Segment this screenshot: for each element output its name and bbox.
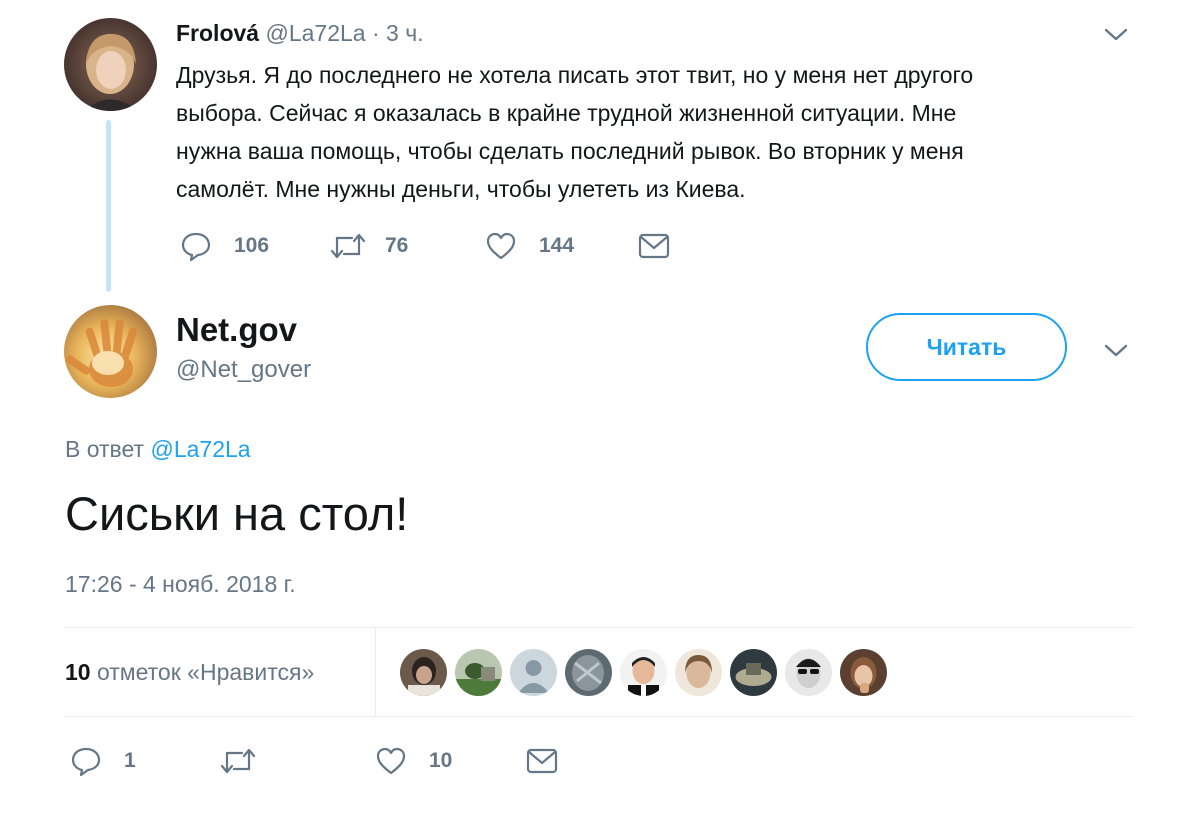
netgov-avatar[interactable] xyxy=(64,305,157,398)
liker-avatar[interactable] xyxy=(620,649,667,696)
reply-icon xyxy=(71,747,101,777)
text-line: выбора. Сейчас я оказалась в крайне труд… xyxy=(176,100,957,126)
author-name[interactable]: Net.gov xyxy=(176,310,297,350)
envelope-icon xyxy=(526,748,558,774)
reply-icon xyxy=(181,232,211,262)
retweet-icon xyxy=(220,748,256,774)
tweet-time[interactable]: 3 ч. xyxy=(386,20,424,46)
text-line: самолёт. Мне нужны деньги, чтобы улететь… xyxy=(176,176,746,202)
author-handle[interactable]: @La72La xyxy=(265,20,365,46)
envelope-icon xyxy=(638,233,670,259)
main-retweet-button[interactable] xyxy=(220,745,275,777)
author-handle[interactable]: @Net_gover xyxy=(176,355,311,385)
likes-stat-label: отметок «Нравится» xyxy=(96,659,315,685)
parent-tweet-text: Друзья. Я до последнего не хотела писать… xyxy=(176,56,973,208)
heart-icon xyxy=(486,232,516,260)
liker-avatar[interactable] xyxy=(565,649,612,696)
liker-avatar[interactable] xyxy=(785,649,832,696)
divider-bottom xyxy=(65,716,1132,717)
parent-dm-button[interactable] xyxy=(638,232,670,260)
text-line: нужна ваша помощь, чтобы сделать последн… xyxy=(176,138,964,164)
reply-context: В ответ @La72La xyxy=(65,434,251,464)
parent-caret-button[interactable] xyxy=(1103,24,1129,49)
chevron-down-icon xyxy=(1104,344,1128,357)
tweet-timestamp[interactable]: 17:26 - 4 нояб. 2018 г. xyxy=(65,569,296,599)
thread-line xyxy=(106,120,111,292)
reply-to-handle[interactable]: @La72La xyxy=(150,436,250,462)
retweet-icon xyxy=(330,233,366,259)
text-line: Друзья. Я до последнего не хотела писать… xyxy=(176,62,974,88)
like-count: 144 xyxy=(539,234,575,257)
author-name[interactable]: Frolová xyxy=(176,20,259,46)
stats-divider-vertical xyxy=(375,628,376,716)
liker-avatar[interactable] xyxy=(455,649,502,696)
chevron-down-icon xyxy=(1104,28,1128,41)
reply-to-prefix: В ответ xyxy=(65,436,145,462)
frolova-avatar[interactable] xyxy=(64,18,157,111)
liker-avatar[interactable] xyxy=(675,649,722,696)
main-tweet-text: Сиськи на стол! xyxy=(65,487,409,540)
main-reply-button[interactable]: 1 xyxy=(70,745,136,777)
liker-avatar[interactable] xyxy=(510,649,557,696)
reply-count: 1 xyxy=(124,749,136,772)
main-caret-button[interactable] xyxy=(1103,340,1129,365)
liker-avatar[interactable] xyxy=(840,649,887,696)
header-separator: · xyxy=(371,20,380,46)
parent-reply-button[interactable]: 106 xyxy=(180,230,269,262)
reply-count: 106 xyxy=(234,234,270,257)
parent-like-button[interactable]: 144 xyxy=(485,230,574,262)
parent-retweet-button[interactable]: 76 xyxy=(330,230,408,262)
liker-avatar[interactable] xyxy=(400,649,447,696)
retweet-count: 76 xyxy=(385,234,409,257)
main-dm-button[interactable] xyxy=(526,747,558,775)
likes-stat-count: 10 xyxy=(65,659,91,685)
main-like-button[interactable]: 10 xyxy=(375,745,452,777)
follow-button[interactable]: Читать xyxy=(866,313,1067,381)
like-count: 10 xyxy=(429,749,453,772)
divider-top xyxy=(65,627,1132,628)
heart-icon xyxy=(376,747,406,775)
parent-tweet-header: Frolová @La72La · 3 ч. xyxy=(176,18,424,48)
likes-stat[interactable]: 10 отметок «Нравится» xyxy=(65,657,314,687)
liker-avatar[interactable] xyxy=(730,649,777,696)
